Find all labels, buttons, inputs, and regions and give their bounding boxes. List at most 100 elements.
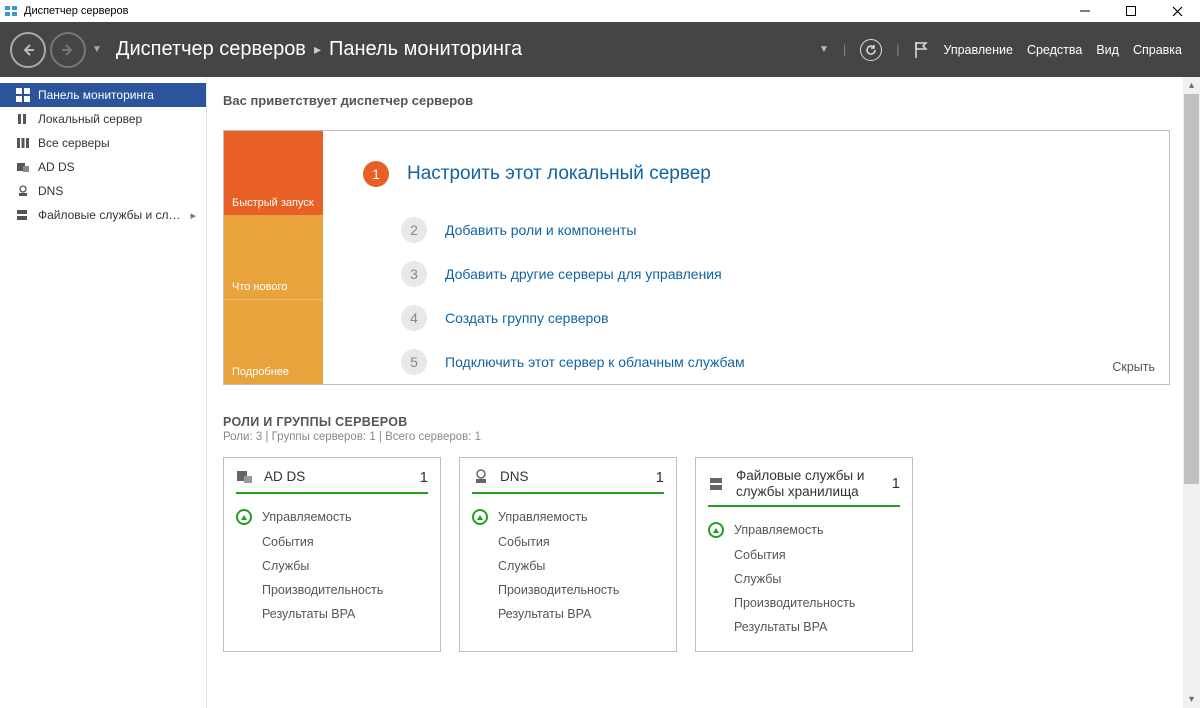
separator: | bbox=[896, 43, 899, 57]
status-up-icon bbox=[236, 509, 252, 525]
server-icon bbox=[16, 112, 30, 126]
role-line-manageability[interactable]: Управляемость bbox=[236, 504, 428, 530]
welcome-tab-whatsnew[interactable]: Что нового bbox=[224, 215, 323, 299]
role-line-services[interactable]: Службы bbox=[472, 554, 664, 578]
dashboard-icon bbox=[16, 88, 30, 102]
sidebar-label: AD DS bbox=[38, 160, 75, 174]
sidebar-label: DNS bbox=[38, 184, 63, 198]
role-title: Файловые службы и службы хранилища bbox=[736, 468, 882, 499]
role-line-performance[interactable]: Производительность bbox=[708, 591, 900, 615]
role-line-manageability[interactable]: Управляемость bbox=[472, 504, 664, 530]
dns-icon bbox=[472, 468, 490, 486]
step-label: Добавить роли и компоненты bbox=[445, 222, 636, 238]
vertical-scrollbar[interactable]: ▴ ▾ bbox=[1183, 77, 1200, 708]
role-line-manageability[interactable]: Управляемость bbox=[708, 517, 900, 543]
role-line-bpa[interactable]: Результаты BPA bbox=[708, 615, 900, 639]
quickstart-step-3[interactable]: 3 Добавить другие серверы для управления bbox=[323, 255, 1169, 293]
crumb-sep-icon: ▸ bbox=[314, 41, 321, 58]
separator: | bbox=[843, 43, 846, 57]
welcome-tab-quickstart[interactable]: Быстрый запуск bbox=[224, 131, 323, 215]
role-count: 1 bbox=[420, 469, 428, 486]
app-header: ▼ Диспетчер серверов ▸ Панель мониторинг… bbox=[0, 22, 1200, 77]
header-dropdown-icon[interactable]: ▼ bbox=[819, 44, 829, 55]
role-title: AD DS bbox=[264, 469, 410, 485]
sidebar-item-dashboard[interactable]: Панель мониторинга bbox=[0, 83, 206, 107]
window-title: Диспетчер серверов bbox=[24, 5, 129, 17]
role-card-file-services[interactable]: Файловые службы и службы хранилища 1 Упр… bbox=[695, 457, 913, 652]
sidebar-item-file-services[interactable]: Файловые службы и сл… ▸ bbox=[0, 203, 206, 227]
menu-help[interactable]: Справка bbox=[1133, 43, 1182, 57]
welcome-panel: Быстрый запуск Что нового Подробнее 1 На… bbox=[223, 130, 1170, 385]
breadcrumb: Диспетчер серверов ▸ Панель мониторинга bbox=[116, 38, 522, 61]
quickstart-step-5[interactable]: 5 Подключить этот сервер к облачным служ… bbox=[323, 343, 1169, 381]
app-icon bbox=[4, 4, 18, 18]
sidebar-item-local-server[interactable]: Локальный сервер bbox=[0, 107, 206, 131]
role-line-performance[interactable]: Производительность bbox=[236, 578, 428, 602]
sidebar-label: Локальный сервер bbox=[38, 112, 142, 126]
step-number: 1 bbox=[363, 161, 389, 187]
files-icon bbox=[708, 475, 726, 493]
refresh-icon[interactable] bbox=[860, 39, 882, 61]
role-line-services[interactable]: Службы bbox=[236, 554, 428, 578]
scroll-up-icon[interactable]: ▴ bbox=[1183, 77, 1200, 94]
sidebar-item-dns[interactable]: DNS bbox=[0, 179, 206, 203]
adds-icon bbox=[236, 468, 254, 486]
sidebar-item-all-servers[interactable]: Все серверы bbox=[0, 131, 206, 155]
step-label: Подключить этот сервер к облачным служба… bbox=[445, 354, 745, 370]
chevron-right-icon: ▸ bbox=[190, 209, 196, 222]
step-label: Настроить этот локальный сервер bbox=[407, 163, 711, 185]
role-line-bpa[interactable]: Результаты BPA bbox=[472, 602, 664, 626]
hide-welcome-button[interactable]: Скрыть bbox=[1112, 360, 1155, 374]
nav-history-dropdown[interactable]: ▼ bbox=[92, 44, 102, 55]
role-count: 1 bbox=[892, 475, 900, 492]
scrollbar-thumb[interactable] bbox=[1184, 94, 1199, 484]
welcome-heading: Вас приветствует диспетчер серверов bbox=[223, 93, 1170, 108]
close-button[interactable] bbox=[1154, 0, 1200, 22]
roles-section-subtitle: Роли: 3 | Группы серверов: 1 | Всего сер… bbox=[223, 431, 1170, 443]
role-line-events[interactable]: События bbox=[236, 530, 428, 554]
roles-section-title: РОЛИ И ГРУППЫ СЕРВЕРОВ bbox=[223, 415, 1170, 429]
sidebar-label: Все серверы bbox=[38, 136, 110, 150]
step-label: Добавить другие серверы для управления bbox=[445, 266, 722, 282]
role-line-bpa[interactable]: Результаты BPA bbox=[236, 602, 428, 626]
quickstart-step-1[interactable]: 1 Настроить этот локальный сервер bbox=[323, 155, 1169, 193]
menu-tools[interactable]: Средства bbox=[1027, 43, 1082, 57]
sidebar-label: Панель мониторинга bbox=[38, 88, 154, 102]
flag-notifications-icon[interactable] bbox=[913, 41, 929, 59]
role-count: 1 bbox=[656, 469, 664, 486]
scroll-down-icon[interactable]: ▾ bbox=[1183, 691, 1200, 708]
dns-icon bbox=[16, 184, 30, 198]
menu-manage[interactable]: Управление bbox=[943, 43, 1013, 57]
sidebar-item-adds[interactable]: AD DS bbox=[0, 155, 206, 179]
role-line-performance[interactable]: Производительность bbox=[472, 578, 664, 602]
crumb-root[interactable]: Диспетчер серверов bbox=[116, 38, 306, 61]
status-up-icon bbox=[472, 509, 488, 525]
welcome-tab-learnmore[interactable]: Подробнее bbox=[224, 299, 323, 384]
adds-icon bbox=[16, 160, 30, 174]
step-number: 4 bbox=[401, 305, 427, 331]
window-title-bar: Диспетчер серверов bbox=[0, 0, 1200, 22]
step-label: Создать группу серверов bbox=[445, 310, 609, 326]
step-number: 5 bbox=[401, 349, 427, 375]
maximize-button[interactable] bbox=[1108, 0, 1154, 22]
quickstart-step-4[interactable]: 4 Создать группу серверов bbox=[323, 299, 1169, 337]
status-up-icon bbox=[708, 522, 724, 538]
quickstart-step-2[interactable]: 2 Добавить роли и компоненты bbox=[323, 211, 1169, 249]
nav-forward-button[interactable] bbox=[50, 32, 86, 68]
step-number: 3 bbox=[401, 261, 427, 287]
minimize-button[interactable] bbox=[1062, 0, 1108, 22]
servers-icon bbox=[16, 136, 30, 150]
crumb-page[interactable]: Панель мониторинга bbox=[329, 38, 522, 61]
role-line-events[interactable]: События bbox=[708, 543, 900, 567]
role-card-dns[interactable]: DNS 1 Управляемость События Службы Произ… bbox=[459, 457, 677, 652]
role-line-events[interactable]: События bbox=[472, 530, 664, 554]
content-area: Вас приветствует диспетчер серверов Быст… bbox=[207, 77, 1200, 708]
sidebar: Панель мониторинга Локальный сервер Все … bbox=[0, 77, 207, 708]
files-icon bbox=[16, 208, 30, 222]
role-line-services[interactable]: Службы bbox=[708, 567, 900, 591]
nav-back-button[interactable] bbox=[10, 32, 46, 68]
roles-grid: AD DS 1 Управляемость События Службы Про… bbox=[223, 457, 1170, 652]
role-card-adds[interactable]: AD DS 1 Управляемость События Службы Про… bbox=[223, 457, 441, 652]
menu-view[interactable]: Вид bbox=[1096, 43, 1119, 57]
step-number: 2 bbox=[401, 217, 427, 243]
